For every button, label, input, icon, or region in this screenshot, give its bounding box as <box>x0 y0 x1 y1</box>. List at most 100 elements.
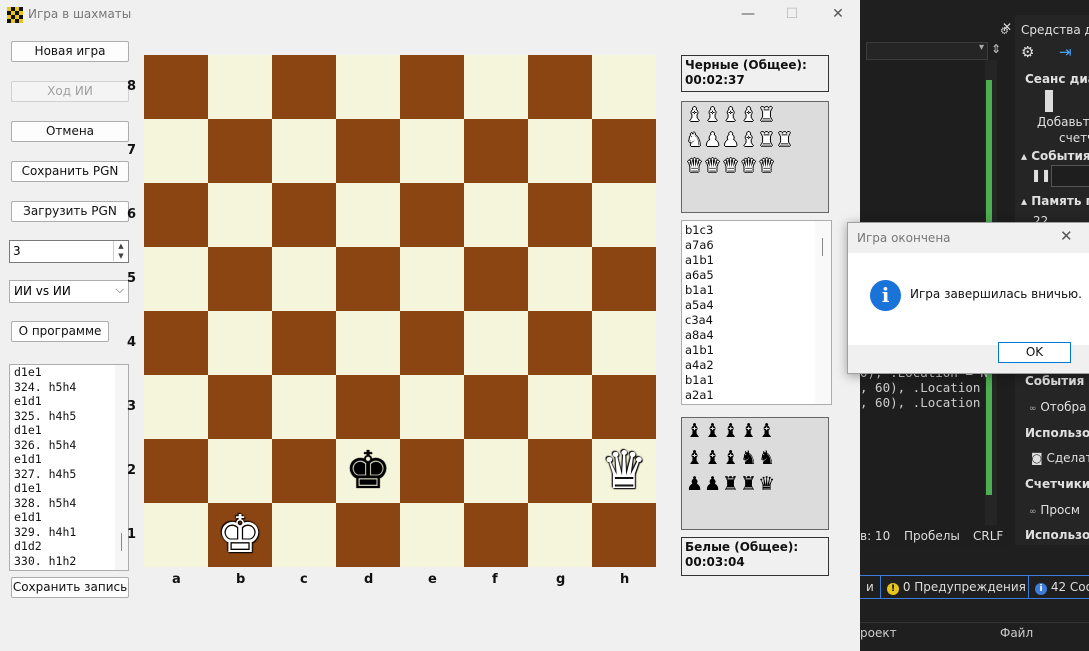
black-king-icon[interactable]: ♚ <box>336 439 400 503</box>
pause-icon[interactable]: ❚❚ <box>1031 168 1051 182</box>
undo-button[interactable]: Отмена <box>11 121 129 142</box>
square-a4[interactable] <box>144 311 208 375</box>
ai-move-button[interactable]: Ход ИИ <box>11 81 129 102</box>
square-e3[interactable] <box>400 375 464 439</box>
square-f6[interactable] <box>464 183 528 247</box>
move-log[interactable]: d1e1 324. h5h4 e1d1 325. h4h5 d1e1 326. h5h4 e… <box>9 364 129 571</box>
history-item[interactable]: b1a1 <box>682 283 831 298</box>
new-game-button[interactable]: Новая игра <box>11 41 129 62</box>
square-h6[interactable] <box>592 183 656 247</box>
square-c1[interactable] <box>272 503 336 567</box>
export-icon[interactable]: ⇥ <box>1059 43 1072 61</box>
square-a5[interactable] <box>144 247 208 311</box>
history-item[interactable]: a2a1 <box>682 388 831 403</box>
warnings-filter-button[interactable]: ! 0 Предупреждения <box>880 575 1033 599</box>
history-item[interactable]: c3a4 <box>682 313 831 328</box>
square-d7[interactable] <box>336 119 400 183</box>
square-c4[interactable] <box>272 311 336 375</box>
file-column[interactable]: Файл <box>1000 626 1033 640</box>
square-e5[interactable] <box>400 247 464 311</box>
history-scroll-thumb[interactable] <box>822 238 823 256</box>
square-a2[interactable] <box>144 439 208 503</box>
square-e1[interactable] <box>400 503 464 567</box>
depth-spinner[interactable]: 3 ▲ ▼ <box>9 240 129 263</box>
square-c5[interactable] <box>272 247 336 311</box>
status-spaces[interactable]: Пробелы <box>904 529 960 543</box>
square-c8[interactable] <box>272 55 336 119</box>
history-item[interactable]: a5a4 <box>682 298 831 313</box>
move-log-scroll-thumb[interactable] <box>121 533 122 551</box>
white-king-icon[interactable]: ♚ <box>208 503 272 567</box>
errors-filter-button[interactable]: и <box>860 575 881 599</box>
square-g1[interactable] <box>528 503 592 567</box>
white-queen-icon[interactable]: ♛ <box>592 439 656 503</box>
square-d6[interactable] <box>336 183 400 247</box>
spin-up-icon[interactable]: ▲ <box>113 241 128 251</box>
square-d3[interactable] <box>336 375 400 439</box>
history-item[interactable]: a8a4 <box>682 328 831 343</box>
square-d4[interactable] <box>336 311 400 375</box>
view-item[interactable]: ∞ Просм <box>1029 503 1080 517</box>
square-f2[interactable] <box>464 439 528 503</box>
history-scrollbar[interactable] <box>815 221 831 404</box>
history-item[interactable]: a1b1 <box>682 253 831 268</box>
square-c7[interactable] <box>272 119 336 183</box>
settings-gear-icon[interactable]: ⚙ <box>1021 43 1034 61</box>
square-h7[interactable] <box>592 119 656 183</box>
status-crlf[interactable]: CRLF <box>973 529 1003 543</box>
square-f8[interactable] <box>464 55 528 119</box>
square-b8[interactable] <box>208 55 272 119</box>
square-a8[interactable] <box>144 55 208 119</box>
square-g3[interactable] <box>528 375 592 439</box>
square-h4[interactable] <box>592 311 656 375</box>
split-icon[interactable]: ⇕ <box>991 42 1001 56</box>
square-a3[interactable] <box>144 375 208 439</box>
square-h8[interactable] <box>592 55 656 119</box>
square-g6[interactable] <box>528 183 592 247</box>
square-e8[interactable] <box>400 55 464 119</box>
square-e2[interactable] <box>400 439 464 503</box>
about-button[interactable]: О программе <box>11 321 109 342</box>
square-b5[interactable] <box>208 247 272 311</box>
square-e4[interactable] <box>400 311 464 375</box>
square-f3[interactable] <box>464 375 528 439</box>
square-b7[interactable] <box>208 119 272 183</box>
square-b3[interactable] <box>208 375 272 439</box>
square-g8[interactable] <box>528 55 592 119</box>
square-f7[interactable] <box>464 119 528 183</box>
save-record-button[interactable]: Сохранить запись <box>11 577 129 598</box>
minimize-button[interactable]: — <box>737 4 759 24</box>
ok-button[interactable]: OK <box>998 342 1071 363</box>
gear-icon[interactable]: ⚙ <box>1000 26 1009 37</box>
snapshot-item[interactable]: ◙ Сделат <box>1031 451 1089 465</box>
square-b4[interactable] <box>208 311 272 375</box>
square-g5[interactable] <box>528 247 592 311</box>
project-column[interactable]: роект <box>860 626 897 640</box>
square-g7[interactable] <box>528 119 592 183</box>
display-item[interactable]: ∞ Отобра <box>1029 400 1086 414</box>
square-b2[interactable] <box>208 439 272 503</box>
chess-board[interactable]: ♚ ♚ ♛ <box>144 55 656 567</box>
square-h5[interactable] <box>592 247 656 311</box>
spin-down-icon[interactable]: ▼ <box>113 251 128 261</box>
events-filter[interactable] <box>1051 165 1089 187</box>
square-g2[interactable] <box>528 439 592 503</box>
square-f5[interactable] <box>464 247 528 311</box>
square-g4[interactable] <box>528 311 592 375</box>
memory-header[interactable]: ▴ Память пр <box>1021 194 1089 208</box>
square-c2[interactable] <box>272 439 336 503</box>
events-header[interactable]: ▴ События <box>1021 149 1089 163</box>
square-f1[interactable] <box>464 503 528 567</box>
square-d5[interactable] <box>336 247 400 311</box>
history-item[interactable]: a4a2 <box>682 358 831 373</box>
dialog-close-icon[interactable]: ✕ <box>1060 227 1073 245</box>
status-column[interactable]: в: 10 <box>860 529 890 543</box>
square-d1[interactable] <box>336 503 400 567</box>
move-history-list[interactable]: b1c3 a7a6 a1b1 a6a5 b1a1 a5a4 c3a4 a8a4 a1b1 a4a2… <box>681 220 832 405</box>
square-d8[interactable] <box>336 55 400 119</box>
square-a1[interactable] <box>144 503 208 567</box>
history-item[interactable]: b1a1 <box>682 373 831 388</box>
square-b6[interactable] <box>208 183 272 247</box>
mode-select[interactable]: ИИ vs ИИ ⌵ <box>9 280 129 303</box>
square-c3[interactable] <box>272 375 336 439</box>
